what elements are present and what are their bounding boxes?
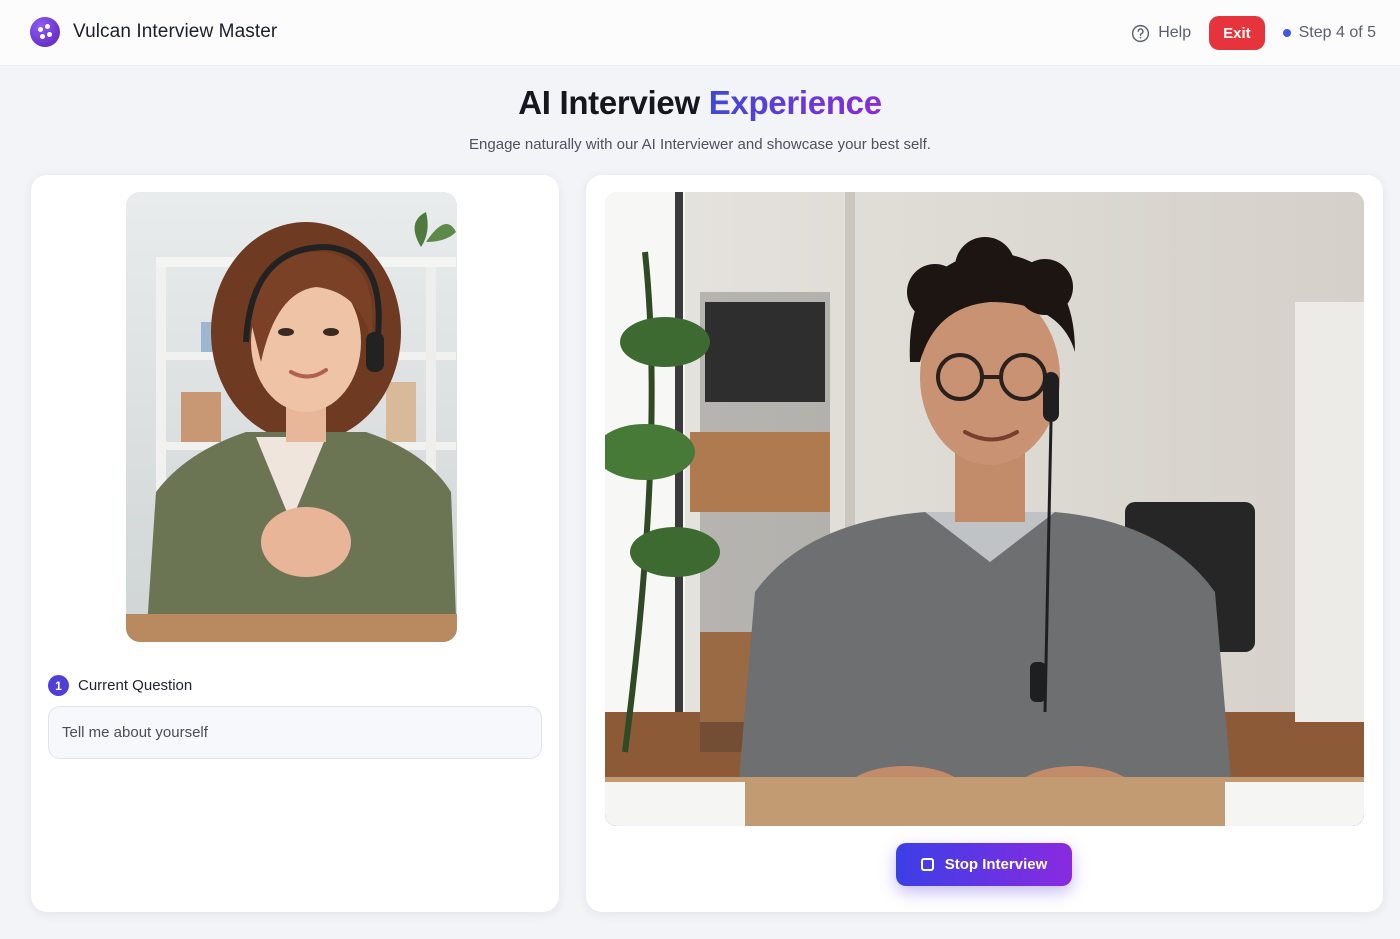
candidate-image bbox=[605, 192, 1364, 826]
step-label: Step 4 of 5 bbox=[1298, 24, 1376, 41]
question-circle-icon bbox=[1132, 24, 1150, 42]
header-actions: Help Exit Step 4 of 5 bbox=[1131, 16, 1376, 50]
sparkle-dots-icon bbox=[30, 17, 60, 47]
current-question-label: Current Question bbox=[78, 677, 193, 694]
help-label: Help bbox=[1158, 24, 1192, 41]
current-question-text: Tell me about yourself bbox=[48, 706, 542, 759]
interviewer-image bbox=[126, 192, 457, 642]
help-link[interactable]: Help bbox=[1131, 24, 1191, 43]
stop-interview-button[interactable]: Stop Interview bbox=[896, 843, 1072, 886]
app-title: Vulcan Interview Master bbox=[73, 21, 278, 42]
candidate-panel: Stop Interview bbox=[586, 175, 1383, 912]
title-part-accent: Experience bbox=[708, 84, 882, 121]
brand: Vulcan Interview Master bbox=[30, 17, 277, 47]
exit-button[interactable]: Exit bbox=[1209, 16, 1265, 50]
candidate-video bbox=[605, 192, 1364, 826]
page-title: AI Interview Experience bbox=[0, 84, 1400, 122]
step-dot-icon bbox=[1282, 29, 1291, 37]
interviewer-panel: 1 Current Question Tell me about yoursel… bbox=[31, 175, 559, 912]
question-number-badge: 1 bbox=[48, 675, 69, 696]
stop-square-icon bbox=[920, 858, 934, 871]
title-part-main: AI Interview bbox=[518, 84, 700, 121]
stop-interview-label: Stop Interview bbox=[944, 856, 1048, 873]
top-header: Vulcan Interview Master Help Exit Step 4… bbox=[0, 0, 1400, 66]
current-question-header: 1 Current Question bbox=[48, 675, 192, 696]
ai-interviewer-video bbox=[126, 192, 457, 642]
step-indicator: Step 4 of 5 bbox=[1282, 24, 1376, 42]
page-subtitle: Engage naturally with our AI Interviewer… bbox=[469, 136, 931, 153]
